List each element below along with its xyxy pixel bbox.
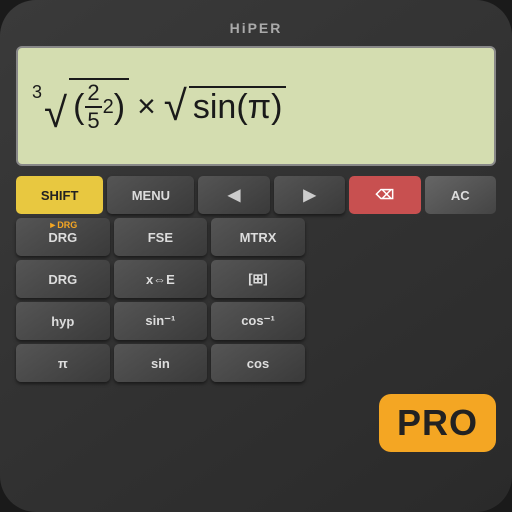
fraction: 2 5 (85, 80, 101, 135)
key-row-5: π sin cos (16, 344, 496, 382)
key-row-2: ►DRG DRG FSE MTRX (16, 218, 496, 256)
sqrt: √ sin(π) (164, 85, 287, 127)
drg-button[interactable]: DRG (16, 260, 110, 298)
radical-index: 3 (32, 82, 42, 103)
pro-area-spacer2 (309, 260, 496, 298)
close-paren: ) (114, 88, 125, 127)
app-container: HiPER 3 √ ( 2 5 2 ) × (0, 0, 512, 512)
sqrt-symbol: √ (164, 85, 187, 127)
backspace-button[interactable]: ⌫ (349, 176, 420, 214)
sqrt-content: sin(π) (189, 86, 287, 127)
left-arrow-button[interactable]: ◀ (198, 176, 269, 214)
pro-badge: PRO (379, 394, 496, 452)
open-paren: ( (73, 88, 84, 127)
pi-button[interactable]: π (16, 344, 110, 382)
pro-area-spacer3 (309, 302, 496, 340)
cube-root: 3 √ ( 2 5 2 ) (32, 78, 129, 135)
grid-button[interactable]: [⊞] (211, 260, 305, 298)
key-row-4: hyp sin⁻¹ cos⁻¹ (16, 302, 496, 340)
shift-button[interactable]: SHIFT (16, 176, 103, 214)
arcsin-button[interactable]: sin⁻¹ (114, 302, 208, 340)
keyboard: SHIFT MENU ◀ ▶ ⌫ AC ►DRG DRG (16, 176, 496, 382)
app-title: HiPER (230, 20, 283, 36)
right-arrow-button[interactable]: ▶ (274, 176, 345, 214)
key-row-3: DRG x⇔E [⊞] (16, 260, 496, 298)
display-expression: 3 √ ( 2 5 2 ) × √ sin(π) (32, 78, 286, 135)
menu-button[interactable]: MENU (107, 176, 194, 214)
multiply-sign: × (137, 88, 156, 125)
mtrx-button[interactable]: MTRX (211, 218, 305, 256)
key-row-1: SHIFT MENU ◀ ▶ ⌫ AC (16, 176, 496, 214)
sin-button[interactable]: sin (114, 344, 208, 382)
ac-button[interactable]: AC (425, 176, 496, 214)
arccos-button[interactable]: cos⁻¹ (211, 302, 305, 340)
drg-mode-button[interactable]: ►DRG DRG (16, 218, 110, 256)
x-to-e-button[interactable]: x⇔E (114, 260, 208, 298)
radical-content: ( 2 5 2 ) (69, 78, 129, 135)
pro-area-spacer4 (309, 344, 496, 382)
pro-area-spacer (309, 218, 496, 256)
hyp-button[interactable]: hyp (16, 302, 110, 340)
fse-button[interactable]: FSE (114, 218, 208, 256)
radical-symbol: √ (44, 92, 67, 134)
display: 3 √ ( 2 5 2 ) × √ sin(π) (16, 46, 496, 166)
cos-button[interactable]: cos (211, 344, 305, 382)
